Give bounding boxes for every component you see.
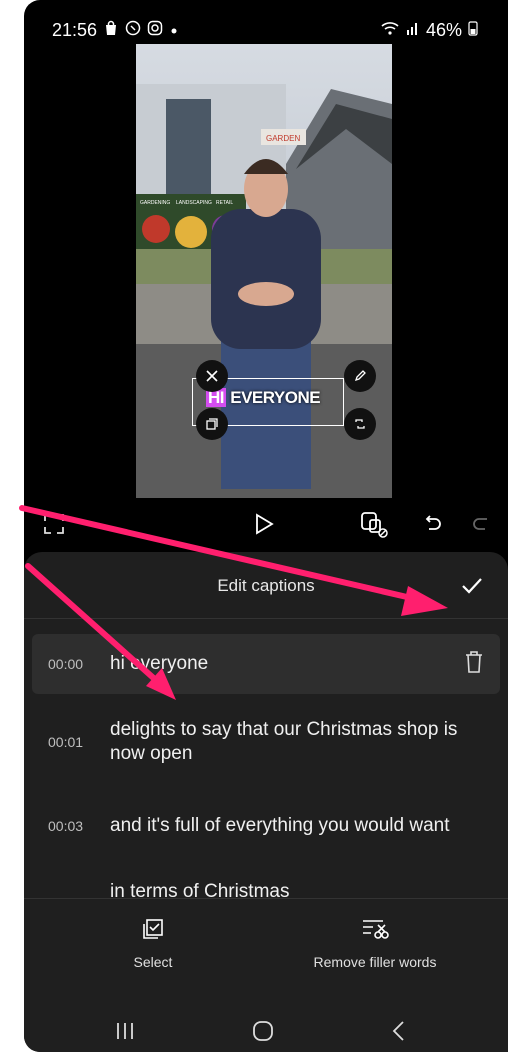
trash-icon[interactable] <box>464 650 484 674</box>
caption-time: 00:03 <box>48 818 84 834</box>
home-icon[interactable] <box>248 1018 278 1044</box>
caption-text-field[interactable]: and it's full of everything you would wa… <box>110 814 460 838</box>
recent-apps-icon[interactable] <box>110 1018 140 1044</box>
caption-row[interactable]: 00:01 delights to say that our Christmas… <box>32 712 500 772</box>
caption-text[interactable]: HI EVERYONE <box>206 388 321 408</box>
phone-screen: 21:56 46% GARDEN GARDENING LANDSCAPING R… <box>24 0 508 1052</box>
mural-label-2: LANDSCAPING <box>176 200 212 206</box>
shop-sign: GARDEN <box>266 134 300 143</box>
check-icon[interactable] <box>458 572 486 600</box>
clock: 21:56 <box>52 20 98 40</box>
caption-text-field[interactable]: hi everyone <box>110 652 460 676</box>
signal-icon <box>406 20 420 41</box>
caption-row[interactable]: in terms of Christmas <box>32 880 500 898</box>
undo-icon[interactable] <box>416 508 448 540</box>
close-icon[interactable] <box>196 360 228 392</box>
dot-icon <box>169 20 179 41</box>
caption-text-field[interactable]: in terms of Christmas <box>110 880 460 898</box>
system-nav-bar <box>24 1008 508 1052</box>
caption-text-field[interactable]: delights to say that our Christmas shop … <box>110 718 460 766</box>
play-icon[interactable] <box>248 508 280 540</box>
remove-filler-label: Remove filler words <box>313 954 437 970</box>
mural-label-1: GARDENING <box>140 200 170 206</box>
whatsapp-icon <box>125 20 141 41</box>
caption-edit-icon[interactable] <box>358 508 390 540</box>
caption-time: 00:00 <box>48 656 84 672</box>
bottom-actions: Select Remove filler words <box>24 898 508 1009</box>
select-label: Select <box>133 954 173 970</box>
select-icon <box>141 917 165 944</box>
expand-icon[interactable] <box>38 508 70 540</box>
resize-icon[interactable] <box>344 408 376 440</box>
playback-controls <box>24 498 508 548</box>
sheet-header: Edit captions <box>24 552 508 619</box>
pencil-icon[interactable] <box>344 360 376 392</box>
caption-row[interactable]: 00:00 hi everyone <box>32 634 500 694</box>
caption-row[interactable]: 00:03 and it's full of everything you wo… <box>32 796 500 856</box>
video-preview[interactable]: GARDEN GARDENING LANDSCAPING RETAIL HI E… <box>136 44 392 498</box>
redo-icon[interactable] <box>466 508 498 540</box>
select-button[interactable]: Select <box>116 917 190 970</box>
caption-time: 00:01 <box>48 734 84 750</box>
bag-icon <box>103 20 119 41</box>
remove-filler-button[interactable]: Remove filler words <box>300 917 450 970</box>
caption-time <box>32 880 110 898</box>
edit-captions-sheet: Edit captions 00:00 hi everyone 00:01 de… <box>24 552 508 1009</box>
battery-icon <box>468 20 478 41</box>
back-icon[interactable] <box>384 1018 414 1044</box>
wifi-icon <box>380 20 400 41</box>
battery-text: 46% <box>425 20 462 40</box>
filler-scissors-icon <box>361 917 389 944</box>
caption-rest: EVERYONE <box>230 388 321 407</box>
caption-list[interactable]: 00:00 hi everyone 00:01 delights to say … <box>24 618 508 898</box>
mural-label-3: RETAIL <box>216 200 233 206</box>
sheet-title: Edit captions <box>217 576 315 595</box>
duplicate-icon[interactable] <box>196 408 228 440</box>
instagram-icon <box>147 20 163 41</box>
